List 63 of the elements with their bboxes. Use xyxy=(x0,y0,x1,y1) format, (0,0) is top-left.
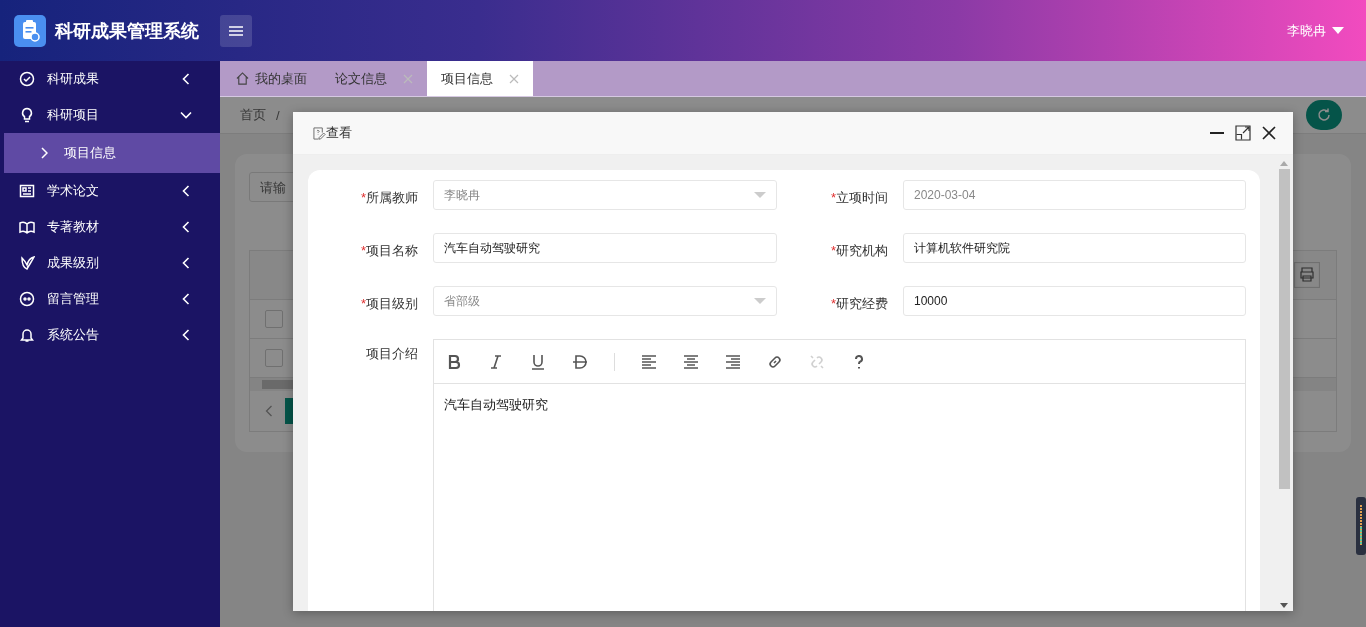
scroll-down-icon[interactable] xyxy=(1280,603,1288,608)
tab[interactable]: 论文信息 xyxy=(321,61,427,96)
breadcrumb-separator: / xyxy=(276,107,280,123)
menu-icon xyxy=(229,25,243,36)
field-label: *项目级别 xyxy=(359,295,419,313)
sidebar-item[interactable]: 专著教材 xyxy=(0,209,220,245)
badge-check-icon xyxy=(19,71,35,87)
home-icon xyxy=(236,72,249,85)
maximize-icon[interactable] xyxy=(1235,125,1251,141)
caret-icon xyxy=(1332,27,1344,34)
sidebar-subitem[interactable]: 项目信息 xyxy=(4,133,220,173)
input-field[interactable]: 汽车自动驾驶研究 xyxy=(433,233,777,263)
align-left-icon[interactable] xyxy=(641,353,657,370)
row-checkbox[interactable] xyxy=(265,310,283,328)
sidebar-item[interactable]: 系统公告 xyxy=(0,317,220,353)
user-menu[interactable]: 李晓冉 xyxy=(1287,21,1326,40)
lightbulb-icon xyxy=(19,107,35,123)
chevron-left-icon[interactable] xyxy=(265,405,273,417)
app-title: 科研成果管理系统 xyxy=(55,19,199,43)
field-label: *项目名称 xyxy=(359,242,419,260)
row-checkbox[interactable] xyxy=(265,349,283,367)
book-icon xyxy=(19,219,35,235)
bell-icon xyxy=(19,327,35,343)
strike-icon[interactable] xyxy=(572,353,588,370)
field-label: *研究机构 xyxy=(829,242,889,260)
leaf-icon xyxy=(19,255,35,271)
bold-icon[interactable] xyxy=(446,353,462,370)
menu-button[interactable] xyxy=(220,14,252,47)
sidebar-item[interactable]: 成果级别 xyxy=(0,245,220,281)
sidebar-item[interactable]: 留言管理 xyxy=(0,281,220,317)
link-icon[interactable] xyxy=(767,353,783,370)
underline-icon[interactable] xyxy=(530,353,546,370)
tab[interactable]: 我的桌面 xyxy=(220,61,321,96)
smile-icon xyxy=(19,291,35,307)
align-center-icon[interactable] xyxy=(683,353,699,370)
refresh-button[interactable] xyxy=(1306,100,1342,130)
sidebar-item[interactable]: 学术论文 xyxy=(0,173,220,209)
chevron-right-icon xyxy=(40,147,48,159)
close-icon[interactable] xyxy=(1261,125,1277,141)
editor-text: 汽车自动驾驶研究 xyxy=(443,396,549,414)
field-label: *研究经费 xyxy=(829,295,889,313)
clipboard-logo-icon xyxy=(14,14,46,47)
tab[interactable]: 项目信息 xyxy=(427,61,533,96)
newspaper-icon xyxy=(19,183,35,199)
rich-text-editor[interactable]: 汽车自动驾驶研究 xyxy=(433,339,1246,611)
level-meter-icon xyxy=(1356,497,1366,555)
field-label: 项目介绍 xyxy=(365,345,419,363)
scroll-up-icon[interactable] xyxy=(1280,161,1288,166)
italic-icon[interactable] xyxy=(488,353,504,370)
input-field[interactable]: 10000 xyxy=(903,286,1246,316)
field-label: *立项时间 xyxy=(829,189,889,207)
breadcrumb-link[interactable]: 首页 xyxy=(240,106,266,124)
dropdown-arrow-icon xyxy=(754,298,766,304)
refresh-icon xyxy=(1316,107,1332,123)
sidebar-item[interactable]: 科研成果 xyxy=(0,61,220,97)
sidebar-item[interactable]: 科研项目 xyxy=(0,97,220,133)
edit-note-icon xyxy=(313,126,326,140)
align-right-icon[interactable] xyxy=(725,353,741,370)
print-icon[interactable] xyxy=(1294,262,1320,288)
input-field[interactable]: 计算机软件研究院 xyxy=(903,233,1246,263)
dropdown-arrow-icon xyxy=(754,192,766,198)
field-label: *所属教师 xyxy=(359,189,419,207)
dialog-title: 查看 xyxy=(326,124,352,142)
